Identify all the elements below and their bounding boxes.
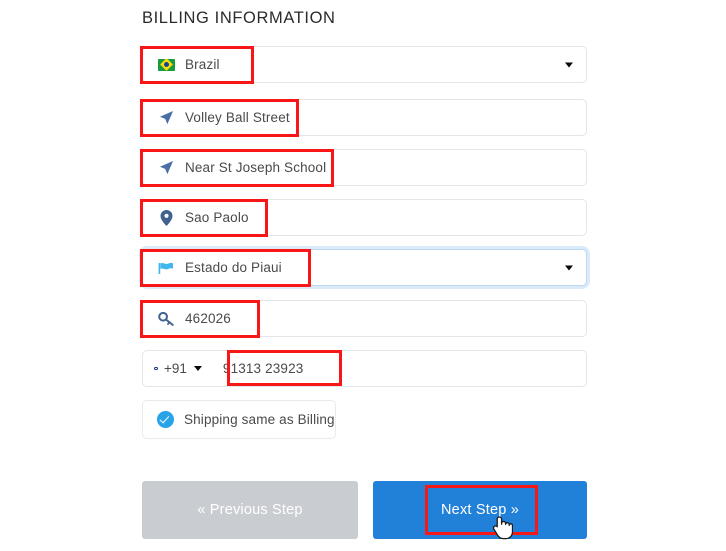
country-value: Brazil bbox=[185, 57, 220, 72]
zip-code-input[interactable]: 462026 bbox=[142, 300, 587, 337]
city-input[interactable]: Sao Paolo bbox=[142, 199, 587, 236]
phone-country-code: +91 bbox=[164, 361, 187, 376]
address-line-1-value: Volley Ball Street bbox=[185, 110, 290, 125]
map-pin-icon bbox=[156, 209, 176, 226]
previous-step-button[interactable]: « Previous Step bbox=[142, 481, 358, 539]
chevron-down-icon[interactable] bbox=[193, 366, 202, 371]
brazil-flag-icon bbox=[156, 58, 176, 71]
navigation-arrow-icon bbox=[156, 110, 176, 125]
phone-number-value: 91313 23923 bbox=[222, 361, 304, 376]
check-circle-icon[interactable] bbox=[157, 411, 174, 428]
next-step-button[interactable]: Next Step » bbox=[373, 481, 587, 539]
chevron-down-icon[interactable] bbox=[565, 265, 573, 270]
shipping-same-as-billing-checkbox[interactable]: Shipping same as Billing bbox=[142, 400, 336, 439]
billing-information-page: BILLING INFORMATION Brazil Volley Ball S… bbox=[0, 0, 726, 551]
flag-icon bbox=[156, 261, 176, 275]
city-value: Sao Paolo bbox=[185, 210, 249, 225]
address-line-2-value: Near St Joseph School bbox=[185, 160, 327, 175]
state-value: Estado do Piaui bbox=[185, 260, 282, 275]
state-select[interactable]: Estado do Piaui bbox=[142, 249, 587, 286]
zip-code-value: 462026 bbox=[185, 311, 231, 326]
address-line-1-input[interactable]: Volley Ball Street bbox=[142, 99, 587, 136]
navigation-arrow-icon bbox=[156, 160, 176, 175]
chevron-down-icon[interactable] bbox=[565, 62, 573, 67]
page-title: BILLING INFORMATION bbox=[142, 9, 336, 27]
phone-country-code-selector[interactable]: +91 bbox=[156, 361, 202, 376]
address-line-2-input[interactable]: Near St Joseph School bbox=[142, 149, 587, 186]
country-select[interactable]: Brazil bbox=[142, 46, 587, 83]
key-icon bbox=[156, 311, 176, 327]
shipping-same-as-billing-label: Shipping same as Billing bbox=[184, 412, 335, 427]
phone-input[interactable]: +91 91313 23923 bbox=[142, 350, 587, 387]
